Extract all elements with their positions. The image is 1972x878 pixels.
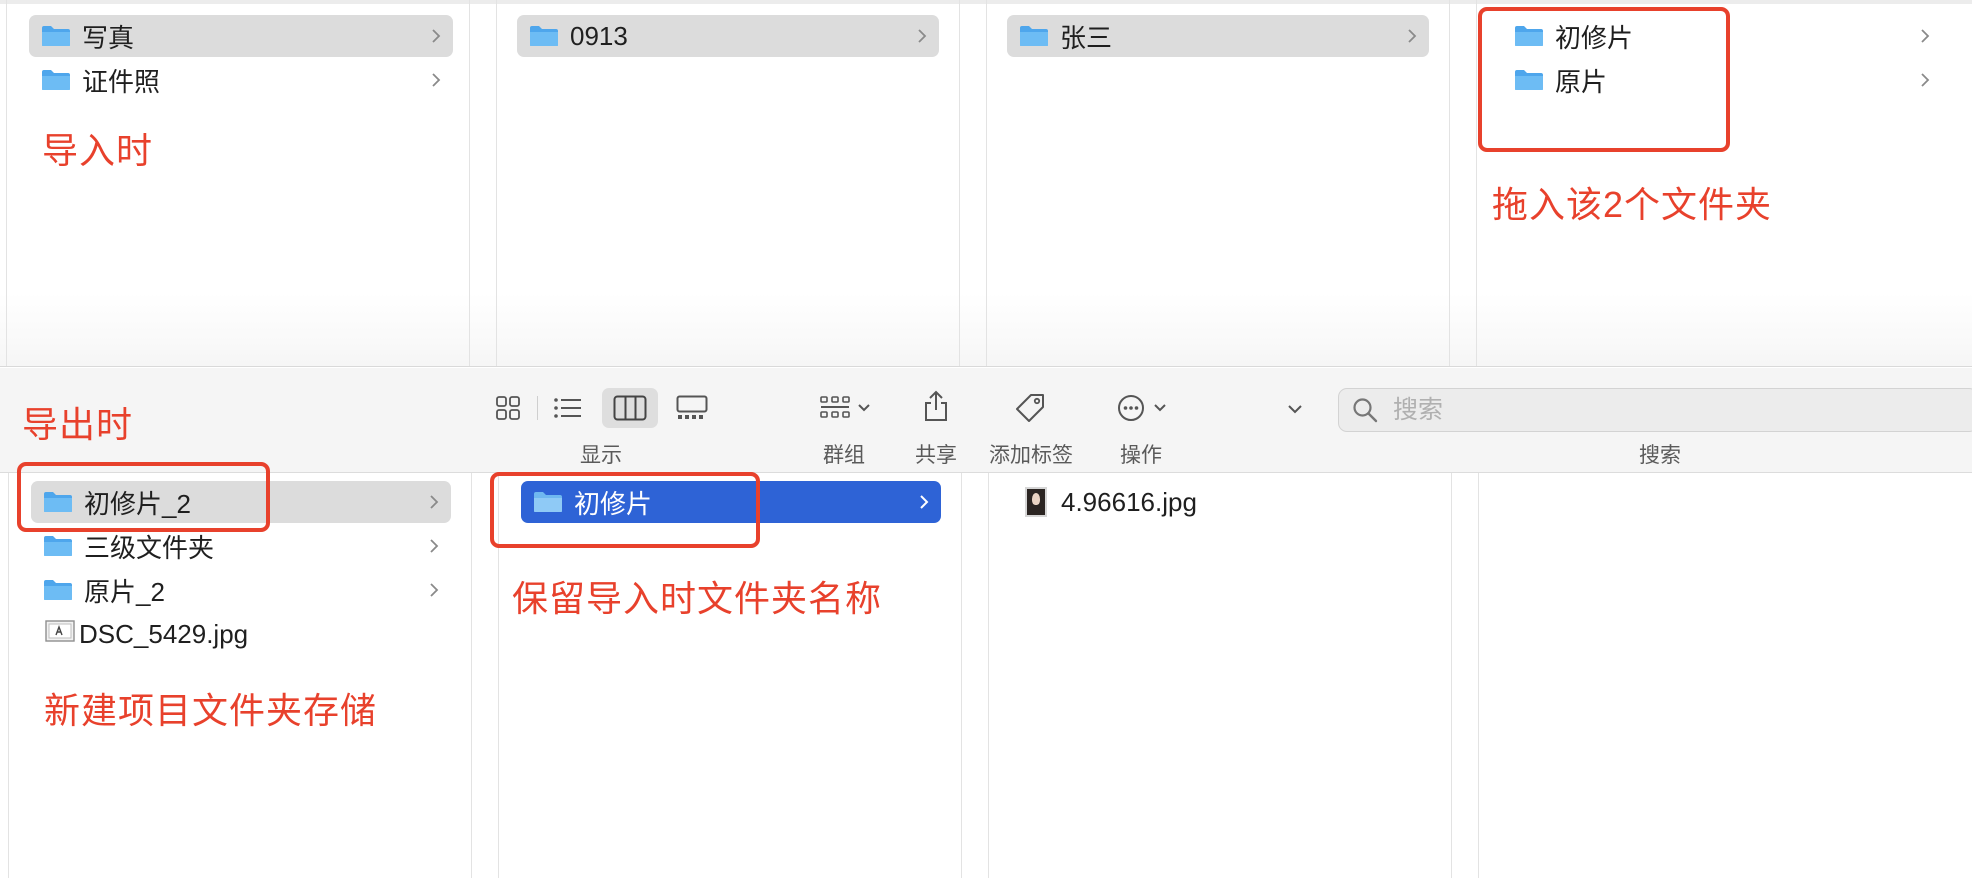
chevron-right-icon — [427, 536, 441, 556]
folder-icon — [1019, 25, 1049, 47]
tag-label: 添加标签 — [989, 444, 1073, 467]
annotation-new-project: 新建项目文件夹存储 — [44, 690, 378, 731]
list-icon — [554, 398, 581, 418]
folder-row[interactable]: 证件照 — [29, 59, 453, 101]
ellipsis-circle-icon — [1118, 395, 1144, 421]
file-row[interactable]: DSC_5429.jpg — [31, 613, 451, 655]
annotation-export: 导出时 — [22, 404, 134, 445]
file-row[interactable]: 4.96616.jpg — [1011, 481, 1431, 523]
folder-icon — [43, 579, 73, 601]
folder-label: 张三 — [1060, 22, 1113, 53]
search-label: 搜索 — [1639, 444, 1681, 467]
chevron-right-icon — [1405, 26, 1419, 46]
share-button[interactable] — [914, 384, 958, 428]
add-tag-button[interactable] — [1008, 386, 1052, 430]
screenshot-root: 写真 证件照 0913 张三 初修片 原片 导入时 拖入该2个文件夹 显示 群组… — [0, 0, 1972, 878]
file-label: 4.96616.jpg — [1061, 486, 1197, 517]
annotation-import: 导入时 — [42, 130, 154, 171]
action-label: 操作 — [1120, 444, 1162, 467]
view-label: 显示 — [580, 444, 622, 467]
share-label: 共享 — [915, 444, 957, 467]
toolbar-divider — [537, 396, 538, 420]
chevron-right-icon — [429, 26, 443, 46]
folder-row[interactable]: 张三 — [1007, 15, 1429, 57]
annotation-drag: 拖入该2个文件夹 — [1492, 184, 1773, 225]
group-label: 群组 — [823, 444, 865, 467]
folder-icon — [43, 535, 73, 557]
image-thumbnail-icon — [1025, 487, 1047, 517]
group-button[interactable] — [814, 388, 878, 428]
column-2: 0913 — [496, 0, 960, 366]
bottom-column-browser: 初修片_2 三级文件夹 原片_2 DSC_5429.jpg 初修片 4.9661… — [0, 473, 1972, 878]
annotation-keep-name: 保留导入时文件夹名称 — [512, 578, 883, 619]
share-icon — [925, 390, 947, 421]
chevron-down-icon — [858, 404, 870, 412]
folder-label: 原片_2 — [84, 576, 165, 607]
toolbar-overflow-button[interactable] — [1278, 396, 1312, 422]
bottom-column-1: 初修片_2 三级文件夹 原片_2 DSC_5429.jpg — [8, 473, 472, 878]
action-button[interactable] — [1110, 388, 1174, 428]
finder-toolbar: 显示 群组 共享 添加标签 操作 搜索 搜索 — [0, 368, 1972, 473]
file-label: DSC_5429.jpg — [79, 618, 249, 649]
view-icons-button[interactable] — [488, 388, 528, 428]
folder-icon — [41, 25, 71, 47]
chevron-right-icon — [1918, 26, 1932, 46]
chevron-right-icon — [915, 26, 929, 46]
chevron-down-icon — [1154, 404, 1166, 412]
grid-icon — [496, 396, 520, 420]
search-icon — [1353, 398, 1378, 423]
annotation-box-dragged-folders — [1478, 7, 1730, 152]
tag-icon — [1016, 394, 1044, 422]
bottom-column-3: 4.96616.jpg — [988, 473, 1452, 878]
chevron-right-icon — [427, 580, 441, 600]
column-3: 张三 — [986, 0, 1450, 366]
folder-label: 写真 — [82, 22, 135, 53]
chevron-right-icon — [1918, 70, 1932, 90]
folder-icon — [529, 25, 559, 47]
gallery-icon — [676, 395, 708, 419]
folder-label: 0913 — [570, 20, 628, 51]
bottom-column-4 — [1478, 473, 1972, 878]
folder-label: 三级文件夹 — [84, 532, 215, 563]
view-list-button[interactable] — [546, 388, 590, 428]
image-file-icon — [45, 619, 75, 649]
search-input[interactable] — [1391, 394, 1955, 426]
annotation-box-kept-folder — [490, 472, 760, 548]
search-field[interactable] — [1338, 388, 1972, 432]
chevron-down-icon — [1288, 405, 1302, 414]
folder-label: 证件照 — [82, 66, 161, 97]
bottom-finder-window: 显示 群组 共享 添加标签 操作 搜索 搜索 初修片_2 三级文件夹 原片_2 … — [0, 368, 1972, 878]
chevron-right-icon — [427, 492, 441, 512]
view-gallery-button[interactable] — [670, 388, 714, 428]
annotation-box-export-folder — [17, 462, 270, 532]
folder-row[interactable]: 写真 — [29, 15, 453, 57]
top-finder-window: 写真 证件照 0913 张三 初修片 原片 导入时 拖入该2个文件夹 — [0, 0, 1972, 367]
folder-icon — [41, 69, 71, 91]
chevron-right-icon — [429, 70, 443, 90]
columns-icon — [613, 395, 647, 421]
chevron-right-icon — [917, 492, 931, 512]
group-icon — [820, 396, 850, 418]
folder-row[interactable]: 原片_2 — [31, 569, 451, 611]
folder-row[interactable]: 0913 — [517, 15, 939, 57]
column-1: 写真 证件照 — [6, 0, 470, 366]
view-columns-button[interactable] — [602, 388, 658, 428]
